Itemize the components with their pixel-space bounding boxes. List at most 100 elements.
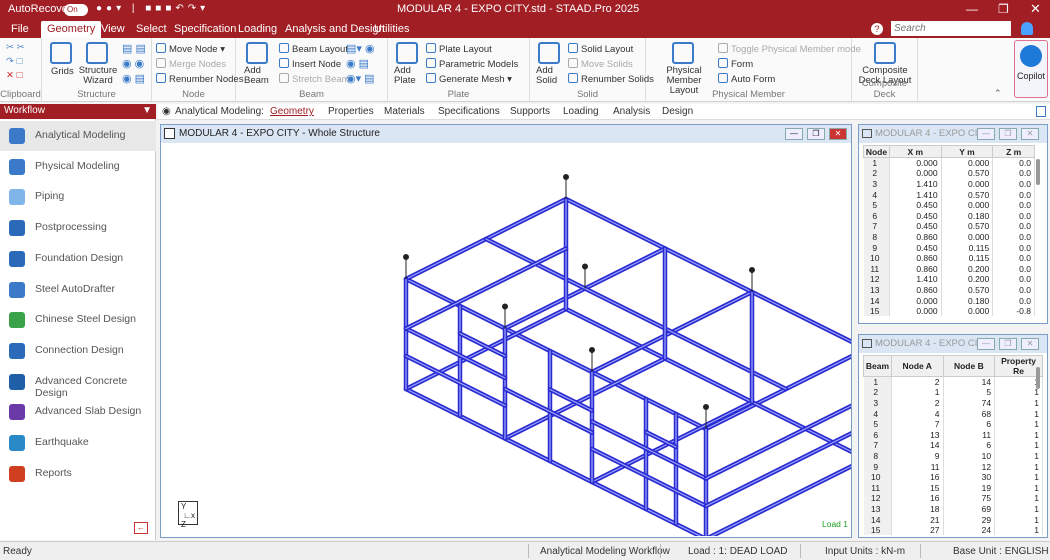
table-cell[interactable]: 6: [863, 429, 892, 441]
workflow-item[interactable]: Postprocessing: [0, 213, 156, 243]
table-cell[interactable]: 0.000: [941, 178, 994, 190]
move-solids-button[interactable]: Move Solids: [568, 58, 633, 70]
table-cell[interactable]: 14: [891, 440, 944, 451]
table-cell[interactable]: 1: [863, 376, 892, 388]
table-cell[interactable]: 0.000: [889, 168, 942, 179]
structure-model[interactable]: [161, 144, 851, 536]
add-solid-icon[interactable]: [538, 42, 560, 64]
table-cell[interactable]: 15: [863, 524, 892, 536]
workflow-item[interactable]: Reports: [0, 459, 156, 489]
table-cell[interactable]: -0.8: [992, 305, 1035, 317]
table-cell[interactable]: 0.0: [992, 263, 1035, 275]
node-row[interactable]: 6 0.450 0.180 0.0: [863, 210, 1035, 222]
table-cell[interactable]: 6: [943, 440, 996, 451]
table-cell[interactable]: 30: [943, 471, 996, 483]
beam-row[interactable]: 11 15 19 1: [863, 482, 1043, 494]
subtab-specifications[interactable]: Specifications: [438, 106, 500, 117]
table-cell[interactable]: 3: [863, 397, 892, 409]
table-cell[interactable]: 0.450: [889, 221, 942, 232]
beam-table-scrollbar[interactable]: [1036, 367, 1040, 389]
table-cell[interactable]: 69: [943, 503, 996, 515]
subtab-properties[interactable]: Properties: [328, 106, 374, 117]
table-cell[interactable]: 1: [994, 493, 1043, 504]
panel-layout-icon[interactable]: [1036, 106, 1046, 117]
subtab-geometry[interactable]: Geometry: [270, 106, 314, 117]
table-cell[interactable]: 0.0: [992, 221, 1035, 232]
table-cell[interactable]: 5: [863, 199, 890, 211]
help-icon[interactable]: ?: [871, 23, 883, 35]
table-cell[interactable]: 11: [943, 429, 996, 441]
table-cell[interactable]: 10: [863, 252, 890, 264]
plate-layout-button[interactable]: Plate Layout: [426, 43, 492, 55]
table-cell[interactable]: 0.860: [889, 263, 942, 275]
table-cell[interactable]: 1: [994, 482, 1043, 494]
table-cell[interactable]: 16: [891, 493, 944, 504]
insert-node-button[interactable]: Insert Node: [279, 58, 341, 70]
beam-row[interactable]: 10 16 30 1: [863, 471, 1043, 483]
node-row[interactable]: 15 0.000 0.000 -0.8: [863, 305, 1035, 317]
beam-row[interactable]: 14 21 29 1: [863, 514, 1043, 525]
table-cell[interactable]: 1: [994, 397, 1043, 409]
structure-wizard-icon[interactable]: [86, 42, 108, 64]
node-table-scrollbar[interactable]: [1036, 159, 1040, 185]
beam-row[interactable]: 4 4 68 1: [863, 408, 1043, 419]
table-cell[interactable]: 0.115: [941, 252, 994, 264]
table-cell[interactable]: 1: [994, 387, 1043, 398]
node-row[interactable]: 11 0.860 0.200 0.0: [863, 263, 1035, 275]
table-cell[interactable]: 1: [994, 450, 1043, 462]
table-cell[interactable]: 0.450: [889, 199, 942, 211]
table-cell[interactable]: 0.570: [941, 221, 994, 232]
table-cell[interactable]: 0.570: [941, 284, 994, 296]
table-cell[interactable]: 14: [863, 295, 890, 306]
table-cell[interactable]: 1: [994, 408, 1043, 419]
table-cell[interactable]: 1.410: [889, 178, 942, 190]
node-col-header[interactable]: Node: [863, 145, 890, 158]
auto-form-button[interactable]: Auto Form: [718, 73, 775, 85]
beam-layout-button[interactable]: Beam Layout: [279, 43, 348, 55]
minimize-icon[interactable]: —: [966, 2, 978, 16]
table-cell[interactable]: 3: [863, 178, 890, 190]
add-solid-button[interactable]: Add Solid: [536, 66, 566, 86]
collapse-workflow-icon[interactable]: ←: [134, 522, 148, 534]
table-cell[interactable]: 0.0: [992, 210, 1035, 222]
merge-nodes-button[interactable]: Merge Nodes: [156, 58, 226, 70]
table-cell[interactable]: 1: [863, 157, 890, 169]
subtab-supports[interactable]: Supports: [510, 106, 550, 117]
table-cell[interactable]: 8: [863, 450, 892, 462]
node-table-close-button[interactable]: ✕: [1021, 128, 1039, 140]
workflow-item[interactable]: Advanced Concrete Design: [0, 367, 156, 399]
table-cell[interactable]: 0.0: [992, 178, 1035, 190]
beam-row[interactable]: 13 18 69 1: [863, 503, 1043, 515]
table-cell[interactable]: 15: [863, 305, 890, 317]
table-cell[interactable]: 2: [891, 397, 944, 409]
beam-row[interactable]: 12141: [863, 376, 1043, 388]
table-cell[interactable]: 24: [943, 524, 996, 536]
table-cell[interactable]: 13: [863, 503, 892, 515]
table-cell[interactable]: 4: [863, 189, 890, 200]
copilot-button[interactable]: Copilot: [1014, 40, 1048, 98]
physical-member-layout-icon[interactable]: [672, 42, 694, 64]
beam-row[interactable]: 2151: [863, 387, 1043, 398]
copy-icon[interactable]: ↷ □: [6, 56, 22, 67]
table-cell[interactable]: 68: [943, 408, 996, 419]
table-cell[interactable]: 11: [863, 263, 890, 275]
table-cell[interactable]: 74: [943, 397, 996, 409]
table-cell[interactable]: 8: [863, 231, 890, 243]
subtab-loading[interactable]: Loading: [563, 106, 599, 117]
composite-deck-icon[interactable]: [874, 42, 896, 64]
table-cell[interactable]: 7: [891, 418, 944, 430]
workflow-item[interactable]: Chinese Steel Design: [0, 305, 156, 335]
add-beam-button[interactable]: Add Beam: [244, 66, 274, 86]
table-cell[interactable]: 0.570: [941, 189, 994, 200]
node-row[interactable]: 3 1.410 0.000 0.0: [863, 178, 1035, 190]
table-cell[interactable]: 4: [891, 408, 944, 419]
view-restore-button[interactable]: ❐: [807, 128, 825, 140]
tab-select[interactable]: Select: [136, 23, 167, 35]
y-col-header[interactable]: Y m: [940, 145, 994, 158]
subtab-design[interactable]: Design: [662, 106, 693, 117]
workflow-item[interactable]: Analytical Modeling: [0, 121, 156, 151]
beam-table-minimize-button[interactable]: —: [977, 338, 995, 350]
table-cell[interactable]: 9: [863, 242, 890, 253]
x-col-header[interactable]: X m: [888, 145, 942, 158]
table-cell[interactable]: 0.860: [889, 284, 942, 296]
